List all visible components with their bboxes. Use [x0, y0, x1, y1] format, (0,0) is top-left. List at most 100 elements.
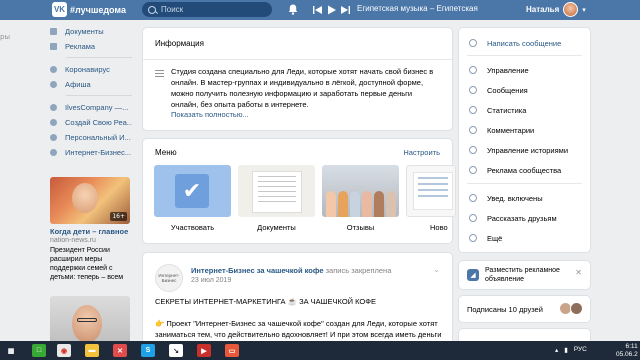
photo-person [338, 191, 348, 217]
promo-text: Разместить рекламное объявление [485, 267, 560, 283]
user-avatar [563, 2, 579, 17]
gear-icon [469, 66, 477, 74]
next-track-icon[interactable] [341, 5, 350, 15]
messages-icon [469, 86, 477, 94]
sidebar-item-group[interactable]: Интернет-Бизнес... [50, 145, 132, 159]
system-clock[interactable]: 6:11 05.06.2 [616, 343, 638, 359]
checkmark-icon: ✔ [175, 174, 209, 208]
os-taskbar: ▦ □ ◉ ▬ ✕ S ↘ ▶ ▭ ▴ ▮ РУС 6:11 05.06.2 [0, 341, 640, 360]
sidebar-item-label: IlvesCompany —... [65, 102, 129, 112]
sidebar-item-ads[interactable]: Реклама [50, 39, 132, 53]
action-label: Увед. включены [487, 193, 543, 203]
menu-tile-label[interactable]: Участвовать [154, 223, 231, 232]
app-icon-x[interactable]: ✕ [113, 344, 127, 357]
megaphone-icon: ◢ [467, 269, 479, 281]
sidebar-item-group[interactable]: Создай Свою Реа... [50, 115, 132, 129]
messages-button[interactable]: Сообщения [469, 84, 528, 96]
start-menu-icon[interactable]: ▦ [4, 344, 18, 357]
friends-subscribed-block[interactable]: Подписаны 10 друзей [459, 296, 590, 322]
now-playing-track[interactable]: Египетская музыка – Египетская [357, 4, 505, 13]
language-indicator[interactable]: РУС [574, 346, 587, 354]
photo-person [374, 191, 384, 217]
community-ads-button[interactable]: Реклама сообщества [469, 164, 561, 176]
more-button[interactable]: Ещё [469, 232, 502, 244]
vk-logo[interactable]: VK #лучшедома [52, 2, 126, 17]
folder-icon[interactable]: ▬ [85, 344, 99, 357]
coronavirus-icon [50, 65, 57, 73]
sidebar-ad[interactable]: 16+ Когда дети – главное nation-news.ru … [50, 177, 132, 282]
vk-logo-icon: VK [52, 2, 67, 17]
sidebar-item-documents[interactable]: Документы [50, 24, 132, 38]
ad-title[interactable]: Когда дети – главное [50, 227, 132, 236]
menu-tile-news[interactable] [406, 165, 456, 217]
action-label: Комментарии [487, 125, 535, 135]
notifications-toggle[interactable]: Увед. включены [469, 192, 543, 204]
sidebar-item-afisha[interactable]: Афиша [50, 77, 132, 91]
create-ad-promo[interactable]: ◢ Разместить рекламное объявление ✕ [459, 261, 590, 289]
action-label: Статистика [487, 105, 527, 115]
manage-button[interactable]: Управление [469, 64, 529, 76]
sidebar-item-group[interactable]: IlvesCompany —... [50, 100, 132, 114]
comment-icon [469, 126, 477, 134]
action-label: Рассказать друзьям [487, 213, 557, 223]
ad-photo-person [72, 305, 102, 343]
post-author-link[interactable]: Интернет-Бизнес за чашечкой кофе [191, 266, 324, 275]
menu-tile-reviews[interactable] [322, 165, 399, 217]
post-menu-chevron-icon[interactable]: ⌄ [433, 265, 440, 274]
network-icon[interactable]: ▮ [564, 346, 568, 354]
stories-icon [469, 146, 477, 154]
panel-divider [467, 55, 582, 56]
photo-person [362, 191, 372, 217]
app-icon-red[interactable]: ▭ [225, 344, 239, 357]
statistics-button[interactable]: Статистика [469, 104, 526, 116]
menu-tile-participate[interactable]: ✔ [154, 165, 231, 217]
search-input[interactable] [161, 5, 261, 14]
skype-icon[interactable]: S [141, 344, 155, 357]
comments-button[interactable]: Комментарии [469, 124, 534, 136]
share-with-friends-button[interactable]: Рассказать друзьям [469, 212, 557, 224]
panel-divider [143, 59, 452, 60]
write-message-button[interactable]: Написать сообщение [469, 37, 561, 49]
friend-avatar[interactable] [570, 302, 583, 315]
menu-tile-label[interactable]: Отзывы [322, 223, 399, 232]
app-icon-green[interactable]: □ [32, 344, 46, 357]
manage-stories-button[interactable]: Управление историями [469, 144, 568, 156]
action-label: Управление [487, 65, 529, 75]
age-rating-badge: 16+ [110, 212, 127, 221]
sidebar-ad-image[interactable] [50, 296, 130, 344]
menu-tile-label[interactable]: Ново [430, 223, 448, 232]
document-preview [252, 171, 302, 213]
cropped-edge-text: ры [0, 33, 10, 41]
notifications-bell-icon[interactable] [288, 4, 298, 15]
chrome-icon[interactable]: ◉ [57, 344, 71, 357]
sidebar-divider [66, 95, 132, 96]
show-more-link[interactable]: Показать полностью... [171, 110, 249, 119]
ad-source: nation-news.ru [50, 237, 96, 244]
play-icon[interactable] [327, 5, 336, 15]
sidebar-item-label: Персональный И... [65, 132, 131, 142]
menu-tile-documents[interactable] [238, 165, 315, 217]
message-icon [469, 39, 477, 47]
tray-up-icon[interactable]: ▴ [555, 346, 558, 354]
sidebar-item-group[interactable]: Персональный И... [50, 130, 132, 144]
search-box[interactable] [142, 2, 272, 17]
app-icon-arrow[interactable]: ↘ [169, 344, 183, 357]
previous-track-icon[interactable] [313, 5, 322, 15]
menu-title: Меню [155, 148, 177, 157]
configure-menu-link[interactable]: Настроить [403, 148, 440, 157]
media-player-icon[interactable]: ▶ [197, 344, 211, 357]
sidebar-item-coronavirus[interactable]: Коронавирус [50, 62, 132, 76]
ad-image[interactable]: 16+ [50, 177, 130, 224]
clock-time: 6:11 [625, 343, 638, 350]
info-text: Студия создана специально для Леди, кото… [171, 67, 434, 109]
post-author-avatar[interactable]: Интернет-Бизнес [155, 264, 183, 292]
user-menu[interactable]: Наталья ▾ [526, 2, 586, 17]
sidebar-item-label: Интернет-Бизнес... [65, 147, 132, 157]
post-date[interactable]: 23 июл 2019 [191, 277, 231, 284]
top-header: VK #лучшедома Египетская музыка – Египет… [0, 0, 640, 20]
action-label: Реклама сообщества [487, 165, 562, 175]
close-icon[interactable]: ✕ [575, 268, 582, 277]
news-preview [413, 172, 453, 210]
sidebar-item-label: Создай Свою Реа... [65, 117, 132, 127]
menu-tile-label[interactable]: Документы [238, 223, 315, 232]
